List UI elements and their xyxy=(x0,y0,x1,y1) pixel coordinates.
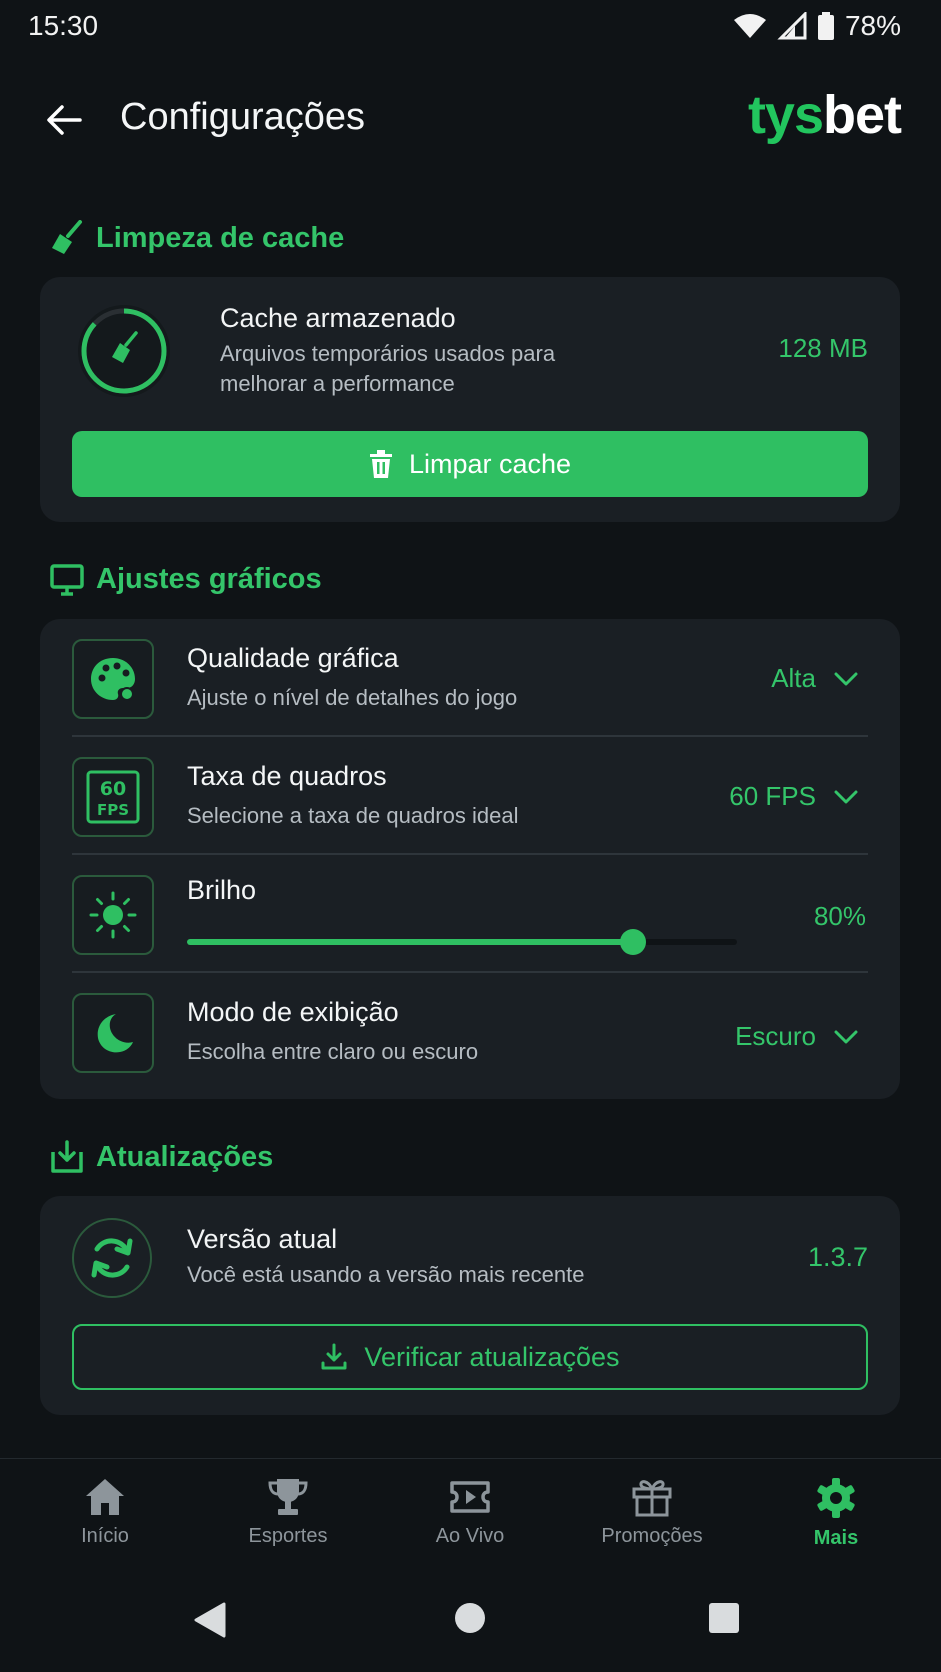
nav-item-esportes[interactable]: Esportes xyxy=(213,1477,363,1548)
brand-logo: tysbet xyxy=(747,85,902,145)
slider-fill xyxy=(187,939,633,945)
home-icon xyxy=(86,1479,124,1515)
version-number: 1.3.7 xyxy=(807,1242,868,1272)
live-ticket-icon xyxy=(450,1481,490,1513)
display-mode-title: Modo de exibição xyxy=(187,997,399,1027)
framerate-select[interactable]: 60 FPS xyxy=(729,781,858,812)
app-header: Configurações tysbet xyxy=(0,80,941,160)
system-nav-bar xyxy=(0,1580,941,1672)
moon-icon xyxy=(97,1014,133,1053)
back-button[interactable] xyxy=(40,96,88,144)
version-subtitle: Você está usando a versão mais recente xyxy=(187,1262,585,1287)
page-title: Configurações xyxy=(120,96,366,138)
sync-icon-box xyxy=(72,1218,152,1298)
check-updates-button[interactable]: Verificar atualizações xyxy=(72,1324,868,1390)
graphics-card: Qualidade gráfica Ajuste o nível de deta… xyxy=(40,619,900,1099)
svg-text:60: 60 xyxy=(100,778,126,800)
cache-ring-icon xyxy=(78,305,170,397)
framerate-row: 60 FPS Taxa de quadros Selecione a taxa … xyxy=(72,737,868,855)
fps-icon-box: 60 FPS xyxy=(72,757,154,837)
battery-percent: 78% xyxy=(844,10,901,41)
broom-icon xyxy=(52,220,82,254)
quality-subtitle: Ajuste o nível de detalhes do jogo xyxy=(187,685,518,710)
section-title-cache: Limpeza de cache xyxy=(50,220,344,256)
quality-row: Qualidade gráfica Ajuste o nível de deta… xyxy=(72,619,868,737)
system-back-icon[interactable] xyxy=(192,1602,226,1638)
brightness-title: Brilho xyxy=(187,875,257,905)
system-home-icon[interactable] xyxy=(454,1602,486,1634)
trash-icon xyxy=(369,450,392,478)
display-mode-subtitle: Escolha entre claro ou escuro xyxy=(187,1039,479,1064)
display-mode-select[interactable]: Escuro xyxy=(735,1021,858,1052)
chevron-down-icon xyxy=(834,672,858,685)
download-icon xyxy=(321,1343,347,1370)
cache-card: Cache armazenado Arquivos temporários us… xyxy=(40,277,900,522)
bottom-nav: Início Esportes Ao Vivo Promoções Mais xyxy=(0,1458,941,1566)
wifi-icon xyxy=(733,14,766,38)
section-title-graphics: Ajustes gráficos xyxy=(50,563,322,596)
section-title-updates: Atualizações xyxy=(50,1140,273,1174)
arrow-left-icon xyxy=(47,105,82,135)
quality-select[interactable]: Alta xyxy=(771,663,858,694)
cache-description: Arquivos temporários usados para melhora… xyxy=(220,341,556,396)
nav-item-ao-vivo[interactable]: Ao Vivo xyxy=(395,1477,545,1548)
moon-icon-box xyxy=(72,993,154,1073)
trophy-icon xyxy=(268,1479,308,1515)
gift-icon xyxy=(632,1480,672,1517)
cache-size: 128 MB xyxy=(778,333,868,363)
status-bar: 15:30 78% xyxy=(0,0,941,56)
clear-cache-button[interactable]: Limpar cache xyxy=(72,431,868,497)
gear-icon xyxy=(817,1478,855,1518)
framerate-title: Taxa de quadros xyxy=(187,761,387,791)
framerate-subtitle: Selecione a taxa de quadros ideal xyxy=(187,803,519,828)
quality-title: Qualidade gráfica xyxy=(187,643,399,673)
sync-icon xyxy=(91,1238,133,1278)
palette-icon-box xyxy=(72,639,154,719)
chevron-down-icon xyxy=(834,1030,858,1043)
battery-icon xyxy=(817,12,834,40)
sun-icon-box xyxy=(72,875,154,955)
slider-thumb[interactable] xyxy=(619,929,646,955)
fps-icon: 60 FPS xyxy=(86,770,140,824)
system-recents-icon[interactable] xyxy=(708,1602,740,1634)
cache-title: Cache armazenado xyxy=(220,303,456,333)
brightness-row: Brilho 80% xyxy=(72,855,868,973)
brightness-value: 80% xyxy=(813,901,866,931)
version-title: Versão atual xyxy=(187,1224,338,1254)
chevron-down-icon xyxy=(834,790,858,803)
signal-icon xyxy=(777,12,807,40)
display-mode-row: Modo de exibição Escolha entre claro ou … xyxy=(72,973,868,1091)
svg-text:FPS: FPS xyxy=(97,801,129,819)
brightness-slider[interactable] xyxy=(187,929,737,955)
palette-icon xyxy=(91,658,135,701)
updates-card: Versão atual Você está usando a versão m… xyxy=(40,1196,900,1415)
status-time: 15:30 xyxy=(28,10,99,41)
download-box-icon xyxy=(51,1140,83,1173)
nav-item-promocoes[interactable]: Promoções xyxy=(577,1477,727,1548)
monitor-icon xyxy=(50,563,84,596)
sun-icon xyxy=(89,891,137,939)
nav-item-inicio[interactable]: Início xyxy=(30,1477,180,1548)
nav-item-mais[interactable]: Mais xyxy=(761,1477,911,1550)
